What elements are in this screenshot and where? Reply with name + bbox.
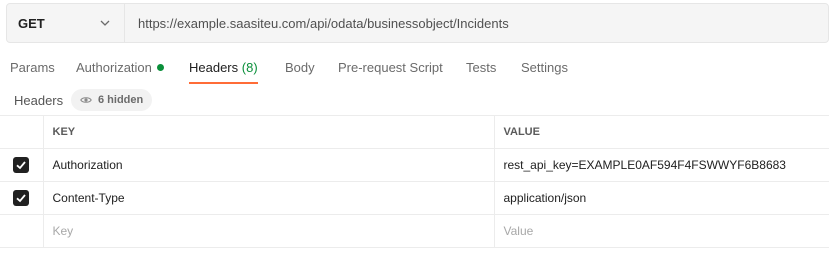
tab-label: Tests (466, 60, 497, 75)
header-key-cell[interactable]: Content-Type (43, 181, 495, 215)
tab-params[interactable]: Params (10, 60, 55, 84)
tab-label: Params (10, 60, 55, 75)
request-tabs: Params Authorization Headers (8) Body Pr… (0, 54, 829, 84)
table-row: Content-Type application/json (0, 181, 829, 215)
row-checkbox-cell (0, 148, 44, 182)
status-dot-icon (156, 64, 164, 71)
tab-authorization[interactable]: Authorization (76, 60, 164, 84)
header-value-cell[interactable]: application/json (494, 181, 829, 215)
method-select[interactable]: GET (7, 4, 125, 42)
headers-toolbar: Headers 6 hidden (0, 88, 829, 112)
method-label: GET (18, 15, 45, 31)
tab-body[interactable]: Body (285, 60, 315, 84)
new-value-input[interactable]: Value (494, 214, 829, 248)
tab-settings[interactable]: Settings (521, 60, 568, 84)
new-key-input[interactable]: Key (43, 214, 495, 248)
hidden-headers-toggle[interactable]: 6 hidden (71, 89, 153, 111)
row-checkbox-cell (0, 214, 44, 248)
table-row: Authorization rest_api_key=EXAMPLE0AF594… (0, 148, 829, 182)
url-input[interactable]: https://example.saasiteu.com/api/odata/b… (125, 16, 509, 31)
tab-tests[interactable]: Tests (466, 60, 496, 84)
eye-icon (80, 97, 92, 103)
tab-label: Settings (521, 60, 568, 75)
tab-label: Body (285, 60, 315, 75)
row-checkbox-cell (0, 181, 44, 215)
checkmark-icon (16, 194, 26, 203)
headers-title: Headers (14, 93, 64, 108)
header-value-cell[interactable]: rest_api_key=EXAMPLE0AF594F4FSWWYF6B8683 (494, 148, 829, 182)
tab-label: Pre-request Script (338, 60, 443, 75)
row-checkbox[interactable] (13, 157, 30, 173)
tab-label: Authorization (76, 60, 152, 75)
column-header-key: KEY (43, 115, 495, 149)
checkmark-icon (16, 161, 26, 170)
table-header-row: KEY VALUE (0, 115, 829, 149)
row-checkbox[interactable] (13, 190, 30, 206)
tab-pre-request-script[interactable]: Pre-request Script (338, 60, 443, 84)
header-key-cell[interactable]: Authorization (43, 148, 495, 182)
request-bar: GET https://example.saasiteu.com/api/oda… (6, 3, 829, 43)
table-row-new: Key Value (0, 214, 829, 248)
tab-label: Headers (189, 60, 239, 75)
hidden-count-label: 6 hidden (98, 94, 144, 106)
column-header-value: VALUE (494, 115, 829, 149)
headers-count: (8) (241, 60, 258, 75)
chevron-down-icon (100, 20, 110, 26)
checkbox-column-header (0, 115, 44, 149)
headers-table: KEY VALUE Authorization rest_api_key=EXA… (0, 115, 829, 248)
tab-headers[interactable]: Headers (8) (189, 60, 258, 84)
